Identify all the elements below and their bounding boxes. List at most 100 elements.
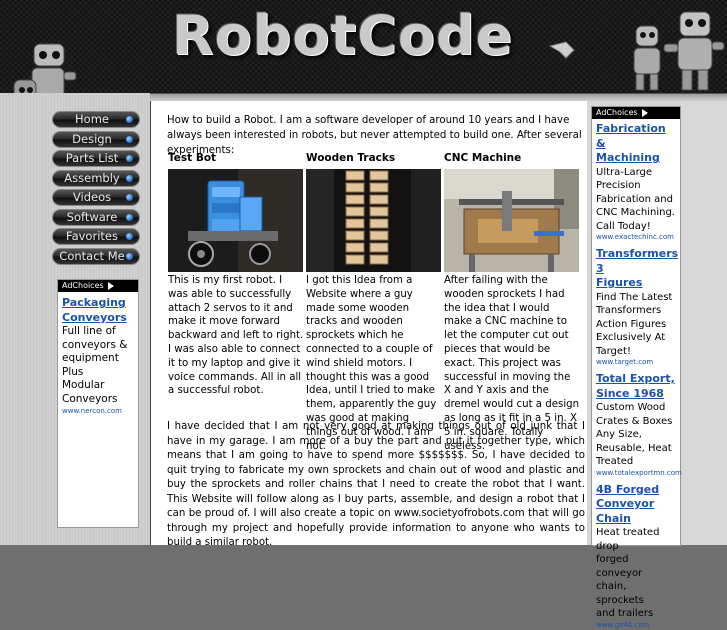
ad-body-line: Fabrication and <box>596 193 673 205</box>
column-text-test-bot: This is my first robot. I was able to su… <box>168 275 304 397</box>
ad-body: Custom Wood Crates & Boxes Any Size, Reu… <box>596 401 677 469</box>
nav-item-parts-list[interactable]: Parts List <box>52 150 140 167</box>
site-logo[interactable]: RobotCode <box>172 2 513 70</box>
ad-body-line: Modular <box>62 379 105 391</box>
adchoices-badge[interactable]: AdChoices <box>58 280 116 292</box>
nav-item-label: Design <box>72 131 112 146</box>
nav-item-assembly[interactable]: Assembly <box>52 169 140 187</box>
nav-item-label: Favorites <box>66 229 118 243</box>
bullet-icon <box>126 116 133 123</box>
ad-content: Packaging Conveyors Full line of conveyo… <box>58 292 138 416</box>
ad-body-line: equipment Plus <box>62 352 119 378</box>
ad-body-line: Heat treated drop <box>596 527 660 552</box>
nav-item-label: Software <box>66 209 118 224</box>
bullet-icon <box>126 174 133 182</box>
ad-body-line: Precision <box>596 180 641 191</box>
bullet-icon <box>126 194 133 201</box>
ad-url[interactable]: www.target.com <box>596 358 677 367</box>
adchoices-badge[interactable]: AdChoices <box>592 107 650 119</box>
nav-item-design[interactable]: Design <box>52 130 140 148</box>
ad-body: Find The Latest Transformers Action Figu… <box>596 291 677 359</box>
ad-title-line: Conveyor Chain <box>596 497 655 525</box>
ad-forged-chain: 4B Forged Conveyor Chain Heat treated dr… <box>592 483 680 630</box>
ad-title-line: Total Export, <box>596 372 675 385</box>
ad-body: Ultra-Large Precision Fabrication and CN… <box>596 166 677 234</box>
ad-title-line: Machining <box>596 151 660 164</box>
ad-body: Full line of conveyors & equipment Plus … <box>62 325 135 406</box>
nav-item-home[interactable]: Home <box>52 111 140 128</box>
ad-title-line: Transformers 3 <box>596 247 679 275</box>
ad-body-line: Full line of <box>62 325 116 337</box>
ad-body-line: Any Size, <box>596 429 642 440</box>
ad-url[interactable]: www.exactechinc.com <box>596 233 677 242</box>
logo-cursor-icon <box>548 41 575 59</box>
wooden-tracks-photo[interactable] <box>306 169 441 272</box>
ad-body-line: Custom Wood <box>596 402 666 413</box>
ad-fabrication: Fabrication & Machining Ultra-Large Prec… <box>592 119 680 242</box>
test-bot-photo[interactable] <box>168 169 303 272</box>
ad-body-line: Find The Latest <box>596 291 673 303</box>
main-nav: Home Design Parts List Assembly Videos S… <box>52 111 140 267</box>
ad-url[interactable]: www.totalexportmn.com <box>596 469 682 478</box>
ad-transformers: Transformers 3 Figures Find The Latest T… <box>592 247 680 367</box>
right-ad: AdChoices Fabrication & Machining Ultra-… <box>591 106 682 629</box>
nav-item-label: Assembly <box>64 170 120 185</box>
robot-right-icon <box>633 11 725 91</box>
nav-item-favorites[interactable]: Favorites <box>52 228 140 245</box>
ad-body-line: Treated <box>596 456 634 467</box>
nav-item-videos[interactable]: Videos <box>52 189 140 206</box>
left-ad: AdChoices Packaging Conveyors Full line … <box>57 279 139 528</box>
ad-title[interactable]: Packaging Conveyors <box>62 295 135 325</box>
left-sidebar: Home Design Parts List Assembly Videos S… <box>0 93 150 545</box>
main-content: How to build a Robot. I am a software de… <box>150 101 588 548</box>
bullet-icon <box>126 213 133 221</box>
ad-body-line: forged conveyor <box>596 554 643 579</box>
ad-title-line: Fabrication & <box>596 122 666 150</box>
ad-title[interactable]: Total Export, Since 1968 <box>596 372 677 401</box>
ad-title[interactable]: Fabrication & Machining <box>596 122 677 166</box>
nav-item-label: Contact Me <box>59 248 125 263</box>
ad-title-line: Since 1968 <box>596 386 664 400</box>
column-heading-wooden-tracks: Wooden Tracks <box>306 152 396 164</box>
bullet-icon <box>126 233 133 240</box>
ad-total-export: Total Export, Since 1968 Custom Wood Cra… <box>592 372 682 478</box>
ad-body-line: Conveyors <box>62 392 118 405</box>
column-heading-test-bot: Test Bot <box>168 152 217 164</box>
ad-body-line: and trailers <box>596 608 654 619</box>
adchoices-icon <box>642 109 648 117</box>
ad-body-line: Exclusively At <box>596 332 666 343</box>
bullet-icon <box>126 135 133 143</box>
adchoices-label: AdChoices <box>596 108 638 117</box>
ad-body-line: Ultra-Large <box>596 166 653 178</box>
adchoices-label: AdChoices <box>62 281 104 290</box>
adchoices-icon <box>108 282 114 290</box>
ad-body-line: Target! <box>596 345 631 357</box>
ad-url[interactable]: www.nercon.com <box>62 406 135 416</box>
ad-title-line: 4B Forged <box>596 482 660 496</box>
ad-body-line: Reusable, Heat <box>596 442 672 454</box>
ad-body-line: Crates & Boxes <box>596 415 673 427</box>
ad-body-line: Transformers <box>596 305 662 316</box>
cnc-machine-photo[interactable] <box>444 169 579 272</box>
adchoices-bar: AdChoices <box>58 280 138 292</box>
nav-item-software[interactable]: Software <box>52 208 140 226</box>
ad-body-line: Action Figures <box>596 318 667 330</box>
column-heading-cnc-machine: CNC Machine <box>444 152 522 164</box>
ad-title-line: Conveyors <box>62 311 127 324</box>
ad-body: Heat treated drop forged conveyor chain,… <box>596 526 677 621</box>
nav-item-label: Home <box>75 112 109 126</box>
site-header: RobotCode <box>0 0 727 125</box>
bullet-icon <box>126 155 133 162</box>
ad-body-line: chain, sprockets <box>596 581 644 606</box>
ad-body-line: Call Today! <box>596 220 651 232</box>
ad-body-line: CNC Machining. <box>596 207 675 218</box>
project-description: I have decided that I am not very good a… <box>167 421 585 548</box>
nav-item-contact-me[interactable]: Contact Me <box>52 247 140 265</box>
adchoices-bar: AdChoices <box>592 107 680 119</box>
nav-item-label: Parts List <box>65 151 119 165</box>
ad-title-line: Figures <box>596 276 643 289</box>
ad-title[interactable]: 4B Forged Conveyor Chain <box>596 483 677 527</box>
ad-title[interactable]: Transformers 3 Figures <box>596 247 679 291</box>
ad-url[interactable]: www.go4b.com <box>596 621 677 630</box>
bullet-icon <box>126 252 133 260</box>
